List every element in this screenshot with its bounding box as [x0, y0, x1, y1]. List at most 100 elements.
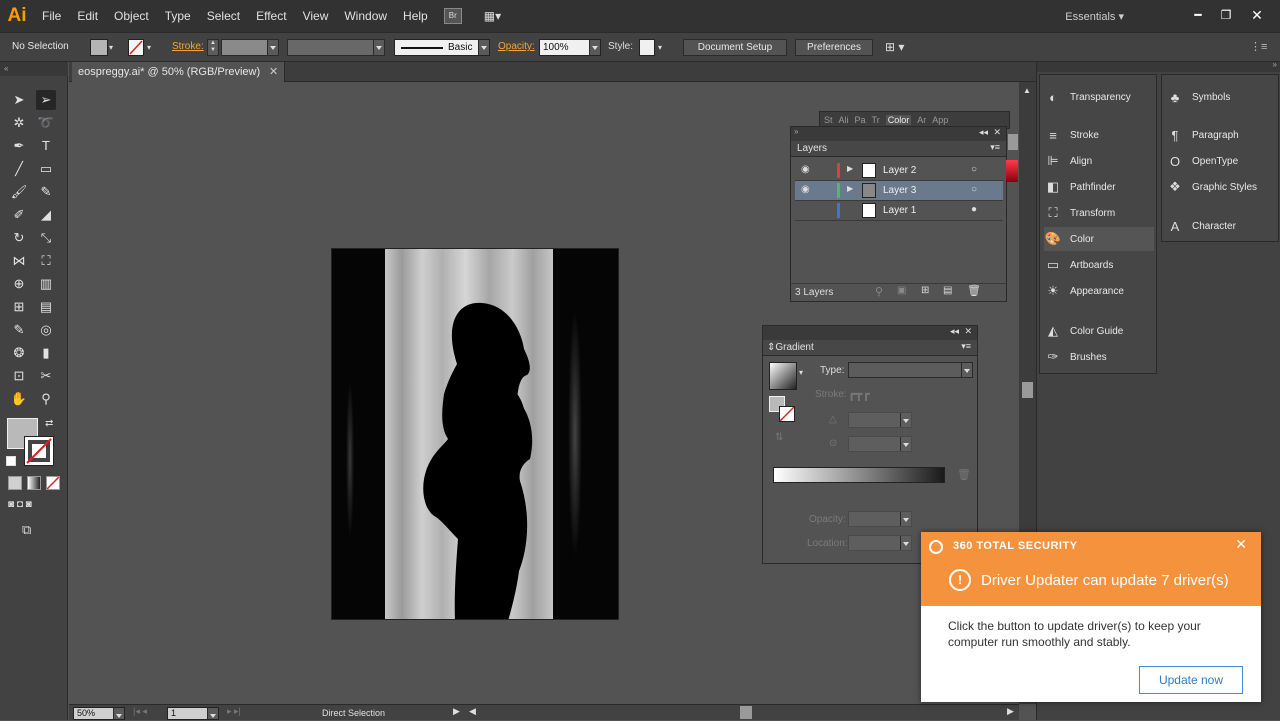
panel-tab-ar[interactable]: Ar	[917, 115, 926, 125]
layers-panel-grip[interactable]: »	[794, 127, 798, 136]
dock-item-transparency[interactable]: ◐ Transparency	[1044, 85, 1154, 109]
rotate-tool-icon[interactable]: ↻	[9, 228, 29, 248]
layer-row[interactable]: ◉ ▶ Layer 2 ○	[795, 161, 1003, 181]
collapse-panel-icon[interactable]: ◂◂	[950, 326, 959, 337]
gradient-tool-icon[interactable]: ▤	[36, 297, 56, 317]
target-icon[interactable]: ○	[971, 184, 977, 195]
pencil-tool-icon[interactable]: ✎	[36, 182, 56, 202]
dock-item-color-guide[interactable]: ◭ Color Guide	[1044, 319, 1154, 343]
layer-row[interactable]: ◉ ▶ Layer 3 ○	[795, 181, 1003, 201]
menu-file[interactable]: File	[34, 0, 69, 32]
dock-item-transform[interactable]: ⛶ Transform	[1044, 201, 1154, 225]
shape-builder-tool-icon[interactable]: ⊕	[9, 274, 29, 294]
document-setup-button[interactable]: Document Setup	[683, 39, 787, 56]
eraser-tool-icon[interactable]: ◢	[36, 205, 56, 225]
color-panel-scrollbar[interactable]	[1008, 134, 1018, 150]
symbol-sprayer-tool-icon[interactable]: ❂	[9, 343, 29, 363]
menu-effect[interactable]: Effect	[248, 0, 294, 32]
new-sublayer-icon[interactable]: ⊞	[921, 285, 929, 296]
dock-item-symbols[interactable]: ♣ Symbols	[1166, 85, 1276, 109]
menu-edit[interactable]: Edit	[69, 0, 106, 32]
dock-item-paragraph[interactable]: ¶ Paragraph	[1166, 123, 1276, 147]
arrange-icon[interactable]: ⊞ ▾	[885, 39, 915, 56]
fill-swatch[interactable]	[90, 39, 108, 56]
eyedropper-tool-icon[interactable]: ✎	[9, 320, 29, 340]
lasso-tool-icon[interactable]: ➰	[36, 113, 56, 133]
gradient-preset-dropdown[interactable]: ▾	[799, 368, 803, 377]
stroke-weight-stepper[interactable]: ▲ ▼	[207, 39, 219, 56]
update-now-button[interactable]: Update now	[1139, 666, 1243, 694]
artboard-number-field[interactable]: 1	[167, 707, 219, 720]
stroke-weight-field[interactable]	[221, 39, 279, 56]
variable-width-profile[interactable]	[287, 39, 385, 56]
expand-layer-icon[interactable]: ▶	[847, 164, 853, 173]
target-icon[interactable]: ○	[971, 164, 977, 175]
horizontal-scroll-thumb[interactable]	[740, 706, 752, 719]
width-tool-icon[interactable]: ⋈	[9, 251, 29, 271]
last-artboard-icon[interactable]: ▸ ▸|	[227, 706, 241, 717]
stop-location-field[interactable]	[848, 535, 912, 551]
type-tool-icon[interactable]: T	[36, 136, 56, 156]
layer-name[interactable]: Layer 2	[883, 165, 916, 176]
stroke-swatch[interactable]	[128, 39, 144, 56]
perspective-grid-tool-icon[interactable]: ▥	[36, 274, 56, 294]
line-tool-icon[interactable]: ╱	[9, 159, 29, 179]
close-window-button[interactable]: ✕	[1240, 7, 1274, 25]
workspace-switcher[interactable]: Essentials ▾	[1065, 10, 1124, 23]
panel-tab-ali[interactable]: Ali	[839, 115, 849, 125]
expand-layer-icon[interactable]: ▶	[847, 184, 853, 193]
status-menu-icon[interactable]: ▶	[453, 706, 460, 717]
gradient-stroke-box[interactable]	[779, 406, 795, 422]
mesh-tool-icon[interactable]: ⊞	[9, 297, 29, 317]
panel-tab-app[interactable]: App	[932, 115, 948, 125]
menu-window[interactable]: Window	[336, 0, 395, 32]
opacity-field[interactable]: 100%	[539, 39, 601, 56]
scroll-up-icon[interactable]: ▲	[1023, 86, 1031, 95]
stop-opacity-field[interactable]	[848, 511, 912, 527]
reverse-gradient-icon[interactable]: ⇅	[775, 432, 783, 443]
menu-view[interactable]: View	[295, 0, 337, 32]
style-dropdown[interactable]: ▾	[658, 39, 668, 56]
pen-tool-icon[interactable]: ✒	[9, 136, 29, 156]
scale-tool-icon[interactable]: ⤡	[36, 228, 56, 248]
layer-row[interactable]: Layer 1 ●	[795, 201, 1003, 221]
menu-help[interactable]: Help	[395, 0, 436, 32]
stroke-label[interactable]: Stroke:	[172, 41, 204, 58]
gradient-preview[interactable]	[769, 362, 797, 390]
layer-name[interactable]: Layer 1	[883, 205, 916, 216]
gradient-slider[interactable]	[773, 467, 945, 483]
close-notification-icon[interactable]: ✕	[1235, 536, 1247, 553]
panel-tab-tr[interactable]: Tr	[872, 115, 880, 125]
new-layer-icon[interactable]: ▤	[943, 285, 952, 296]
fill-dropdown[interactable]: ▾	[109, 39, 119, 56]
selection-tool-icon[interactable]: ➤	[9, 90, 29, 110]
dock-collapse-icon[interactable]: »	[1273, 60, 1277, 69]
close-panel-icon[interactable]: ✕	[964, 326, 972, 337]
draw-mode-icon[interactable]: ◙ ◘ ◙	[8, 499, 60, 513]
panel-menu-icon[interactable]: ⋮≡	[1250, 39, 1267, 56]
panel-tab-pa[interactable]: Pa	[855, 115, 866, 125]
zoom-tool-icon[interactable]: ⚲	[36, 389, 56, 409]
slice-tool-icon[interactable]: ✂	[36, 366, 56, 386]
blob-brush-tool-icon[interactable]: ✐	[9, 205, 29, 225]
opacity-label[interactable]: Opacity:	[498, 41, 535, 58]
tools-collapse-icon[interactable]: «	[0, 62, 68, 76]
clipping-mask-icon[interactable]: ▣	[897, 285, 906, 296]
scroll-right-icon[interactable]: ▶	[1007, 706, 1014, 717]
gradient-mode-icon[interactable]	[27, 476, 41, 490]
dock-item-pathfinder[interactable]: ◧ Pathfinder	[1044, 175, 1154, 199]
scroll-thumb[interactable]	[1022, 382, 1033, 398]
artboard[interactable]	[331, 248, 619, 620]
dock-item-align[interactable]: ⊫ Align	[1044, 149, 1154, 173]
screen-mode-icon[interactable]: ⧉	[22, 522, 44, 538]
aspect-ratio-field[interactable]	[848, 436, 912, 452]
stroke-dropdown[interactable]: ▾	[147, 39, 157, 56]
angle-field[interactable]	[848, 412, 912, 428]
gradient-type-select[interactable]	[848, 362, 973, 378]
default-colors-icon[interactable]	[6, 456, 16, 466]
dock-item-stroke[interactable]: ≡ Stroke	[1044, 123, 1154, 147]
brush-definition[interactable]: Basic	[394, 39, 490, 56]
artboard-tool-icon[interactable]: ⊡	[9, 366, 29, 386]
visibility-eye-icon[interactable]: ◉	[801, 184, 810, 195]
gradient-menu-icon[interactable]: ▾≡	[961, 341, 971, 352]
